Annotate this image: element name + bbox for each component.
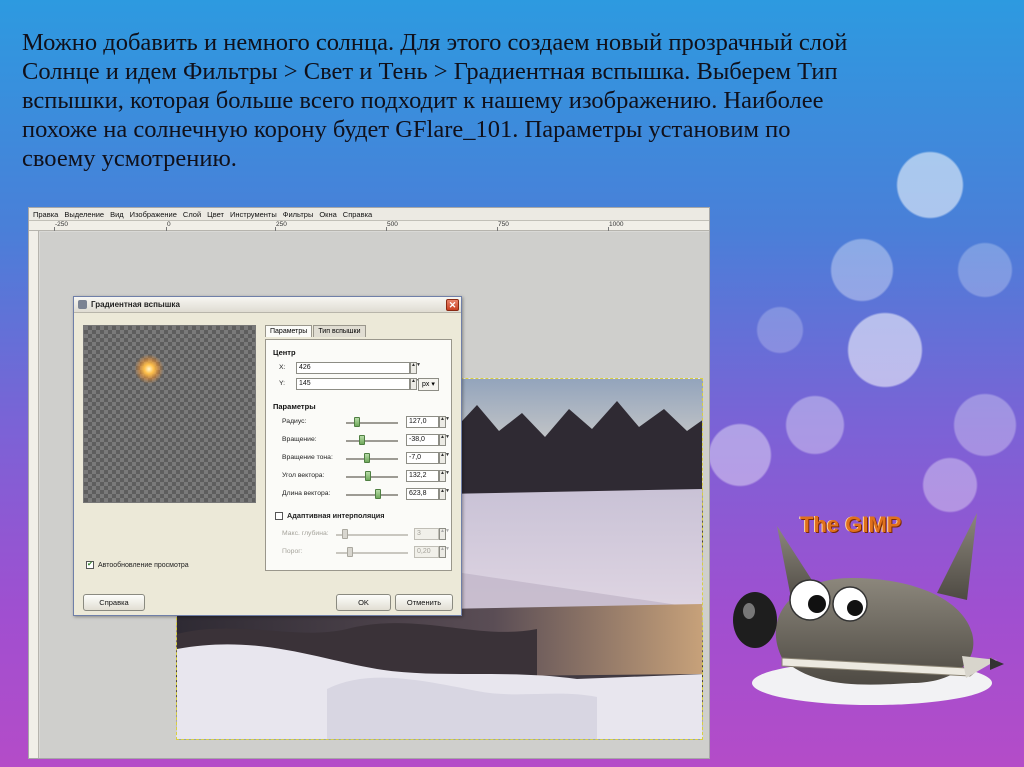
dialog-tabs: Параметры Тип вспышки: [265, 325, 367, 337]
unit-select[interactable]: px ▾: [418, 378, 439, 391]
tab-flare-type[interactable]: Тип вспышки: [313, 325, 366, 337]
param-slider-handle[interactable]: [358, 435, 365, 445]
menu-colors[interactable]: Цвет: [207, 210, 224, 219]
close-button[interactable]: ✕: [446, 299, 459, 311]
gimp-mascot-logo: The GIMP: [722, 508, 1012, 723]
slide-text-line: Можно добавить и немного солнца. Для это…: [22, 29, 848, 56]
spin-arrows-icon[interactable]: ▲▼: [439, 470, 450, 482]
slide-text-line: похоже на солнечную корону будет GFlare_…: [22, 116, 791, 143]
dialog-titlebar[interactable]: Градиентная вспышка ✕: [74, 297, 461, 313]
menu-view[interactable]: Вид: [110, 210, 124, 219]
param-label: Угол вектора:: [282, 472, 325, 479]
ruler-label: 750: [498, 221, 509, 228]
adaptive-interpolation-checkbox[interactable]: Адаптивная интерполяция: [275, 511, 384, 520]
param-label: Длина вектора:: [282, 490, 331, 497]
adaptive-interpolation-label: Адаптивная интерполяция: [287, 511, 385, 520]
ruler-tick: [497, 227, 498, 231]
help-button[interactable]: Справка: [83, 594, 145, 611]
slide-text-line: Солнце и идем Фильтры > Свет и Тень > Гр…: [22, 58, 838, 85]
menu-select[interactable]: Выделение: [64, 210, 104, 219]
param-label: Вращение:: [282, 436, 317, 443]
menu-image[interactable]: Изображение: [130, 210, 177, 219]
gimp-logo-text: The GIMP: [800, 512, 902, 537]
param-value-input[interactable]: -7,0: [406, 452, 439, 464]
slide-text-line: своему усмотрению.: [22, 145, 237, 172]
ruler-label: 250: [276, 221, 287, 228]
param-value-input[interactable]: 127,0: [406, 416, 439, 428]
center-x-input[interactable]: 426: [296, 362, 410, 374]
param-slider-handle: [347, 547, 354, 557]
menu-edit[interactable]: Правка: [33, 210, 58, 219]
menu-windows[interactable]: Окна: [319, 210, 336, 219]
tab-settings[interactable]: Параметры: [265, 325, 313, 337]
menu-tools[interactable]: Инструменты: [230, 210, 277, 219]
cancel-button[interactable]: Отменить: [395, 594, 453, 611]
spin-arrows-icon[interactable]: ▲▼: [439, 488, 450, 500]
ruler-label: -250: [55, 221, 69, 228]
auto-preview-checkbox[interactable]: ✔ Автообновление просмотра: [86, 561, 189, 569]
center-x-label: X:: [279, 364, 286, 371]
spin-arrows-icon[interactable]: ▲▼: [439, 452, 450, 464]
menu-filters[interactable]: Фильтры: [283, 210, 314, 219]
menu-layer[interactable]: Слой: [183, 210, 201, 219]
center-y-input[interactable]: 145: [296, 378, 410, 390]
auto-preview-label: Автообновление просмотра: [98, 561, 189, 569]
param-value-input: 0,20: [414, 546, 439, 558]
param-slider-handle[interactable]: [363, 453, 370, 463]
ruler-tick: [54, 227, 55, 231]
param-value-input: 3: [414, 528, 439, 540]
param-label: Макс. глубина:: [282, 530, 329, 537]
param-slider-track[interactable]: [346, 476, 398, 478]
spin-arrows-icon[interactable]: ▲▼: [439, 434, 450, 446]
center-section-title: Центр: [273, 348, 296, 357]
checkbox-checked-icon[interactable]: ✔: [86, 561, 94, 569]
spin-arrows-icon: ▲▼: [439, 528, 450, 540]
param-slider-handle[interactable]: [364, 471, 371, 481]
ruler-tick: [386, 227, 387, 231]
param-slider-handle: [341, 529, 348, 539]
param-slider-track[interactable]: [346, 494, 398, 496]
ruler-label: 1000: [609, 221, 624, 228]
menu-help[interactable]: Справка: [343, 210, 372, 219]
dialog-title: Градиентная вспышка: [91, 300, 180, 309]
ruler-label: 0: [167, 221, 171, 228]
checkbox-unchecked-icon[interactable]: [275, 511, 283, 520]
spin-arrows-icon[interactable]: ▲▼: [410, 378, 421, 390]
ruler-tick: [166, 227, 167, 231]
param-slider-handle[interactable]: [354, 417, 361, 427]
spin-arrows-icon[interactable]: ▲▼: [439, 416, 450, 428]
center-y-label: Y:: [279, 380, 286, 387]
ruler-tick: [608, 227, 609, 231]
param-label: Радиус:: [282, 418, 307, 425]
spin-arrows-icon[interactable]: ▲▼: [410, 362, 421, 374]
param-slider-track[interactable]: [346, 458, 398, 460]
settings-panel: Центр X: 426 ▲▼ Y: 145 ▲▼ px ▾ Параметры…: [265, 339, 452, 571]
spin-arrows-icon: ▲▼: [439, 546, 450, 558]
param-label: Порог:: [282, 548, 303, 555]
gradient-flare-dialog: Градиентная вспышка ✕ ✔ Автообновление п…: [73, 296, 462, 616]
param-label: Вращение тона:: [282, 454, 333, 461]
ruler-label: 500: [387, 221, 398, 228]
flare-preview-glow: [134, 354, 164, 384]
wilber-mascot-icon: [733, 513, 1004, 705]
param-slider-track[interactable]: [346, 440, 398, 442]
param-value-input[interactable]: -38,0: [406, 434, 439, 446]
param-value-input[interactable]: 132,2: [406, 470, 439, 482]
ok-button[interactable]: OK: [336, 594, 391, 611]
app-icon: [78, 300, 87, 309]
vertical-ruler[interactable]: [29, 231, 39, 758]
gimp-image-window: Правка Выделение Вид Изображение Слой Цв…: [28, 207, 710, 759]
canvas-area[interactable]: Градиентная вспышка ✕ ✔ Автообновление п…: [40, 232, 709, 758]
menubar: Правка Выделение Вид Изображение Слой Цв…: [29, 208, 709, 221]
horizontal-ruler[interactable]: -250 0 250 500 750 1000: [29, 221, 709, 231]
slide-text: Можно добавить и немного солнца. Для это…: [22, 28, 1002, 173]
param-value-input[interactable]: 623,8: [406, 488, 439, 500]
param-slider-handle[interactable]: [375, 489, 382, 499]
unit-value: px: [422, 381, 430, 388]
params-section-title: Параметры: [273, 402, 316, 411]
slide-text-line: вспышки, которая больше всего подходит к…: [22, 87, 824, 114]
ruler-tick: [275, 227, 276, 231]
preview-area: [83, 325, 256, 503]
